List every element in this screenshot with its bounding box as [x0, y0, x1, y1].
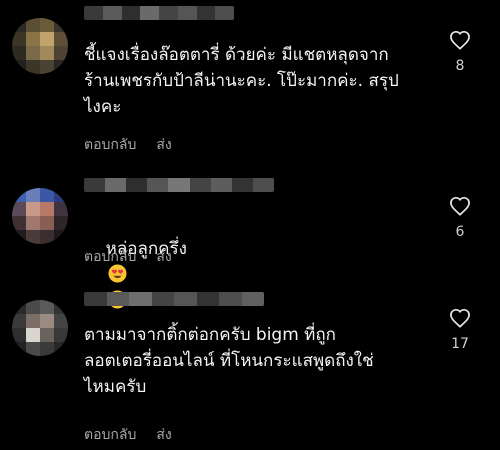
- comment-item: หล่อลูกครึ่ง ตอบกลับ ส่ง 6: [0, 170, 500, 309]
- like-button[interactable]: 6: [446, 196, 474, 240]
- comment-actions: ตอบกลับ ส่ง: [84, 134, 172, 156]
- send-button[interactable]: ส่ง: [156, 246, 171, 268]
- comment-actions: ตอบกลับ ส่ง: [84, 424, 172, 446]
- comment-item: ชี้แจงเรื่องล๊อตตารี่ ด้วยค่ะ มีแชตหลุดจ…: [0, 0, 500, 160]
- username-blurred[interactable]: [84, 292, 264, 306]
- avatar[interactable]: [12, 18, 68, 74]
- comment-text: ตามมาจากติ้กต่อกครับ bigm ที่ถูก ลอตเตอร…: [84, 325, 374, 397]
- comment-text: ชี้แจงเรื่องล๊อตตารี่ ด้วยค่ะ มีแชตหลุดจ…: [84, 45, 399, 117]
- like-count: 17: [451, 336, 469, 352]
- send-button[interactable]: ส่ง: [156, 424, 171, 446]
- send-button[interactable]: ส่ง: [156, 134, 171, 156]
- avatar[interactable]: [12, 300, 68, 356]
- reply-button[interactable]: ตอบกลับ: [84, 246, 136, 268]
- heart-outline-icon[interactable]: [449, 308, 471, 328]
- avatar[interactable]: [12, 188, 68, 244]
- like-count: 6: [455, 224, 465, 240]
- heart-outline-icon[interactable]: [449, 196, 471, 216]
- like-button[interactable]: 8: [446, 30, 474, 74]
- heart-outline-icon[interactable]: [449, 30, 471, 50]
- comment-item: ตามมาจากติ้กต่อกครับ bigm ที่ถูก ลอตเตอร…: [0, 290, 500, 450]
- reply-button[interactable]: ตอบกลับ: [84, 424, 136, 446]
- username-blurred[interactable]: [84, 178, 274, 192]
- comment-actions: ตอบกลับ ส่ง: [84, 246, 172, 268]
- username-blurred[interactable]: [84, 6, 234, 20]
- like-count: 8: [455, 58, 465, 74]
- reply-button[interactable]: ตอบกลับ: [84, 134, 136, 156]
- like-button[interactable]: 17: [446, 308, 474, 352]
